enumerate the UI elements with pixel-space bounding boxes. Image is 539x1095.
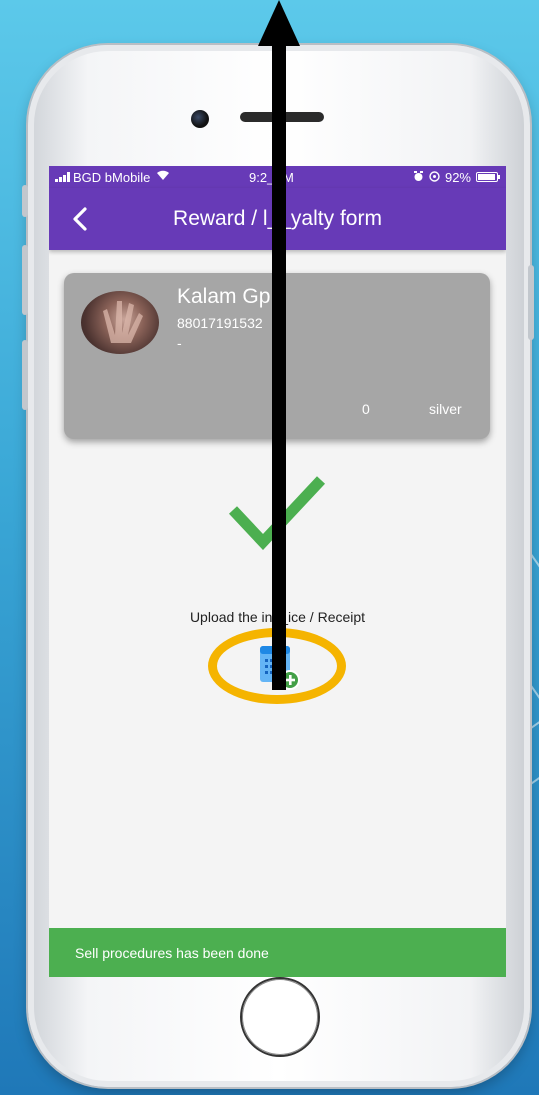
membership-tier: silver bbox=[429, 401, 462, 417]
volume-down-button bbox=[22, 340, 28, 410]
signal-icon bbox=[55, 172, 70, 182]
snackbar-message: Sell procedures has been done bbox=[75, 944, 269, 961]
carrier-name: BGD bMobile bbox=[73, 169, 151, 185]
snackbar: Sell procedures has been done bbox=[49, 928, 506, 977]
mute-switch bbox=[22, 185, 28, 217]
arrow-up-icon bbox=[258, 0, 300, 690]
wifi-icon bbox=[156, 170, 170, 184]
customer-email: - bbox=[177, 335, 182, 351]
volume-up-button bbox=[22, 245, 28, 315]
home-button[interactable] bbox=[240, 977, 320, 1057]
reward-points: 0 bbox=[362, 401, 370, 417]
battery-icon bbox=[476, 172, 500, 182]
avatar bbox=[81, 291, 159, 354]
front-camera bbox=[191, 110, 209, 128]
alarm-icon bbox=[413, 170, 424, 185]
customer-phone: 88017191532 bbox=[177, 315, 263, 331]
orientation-lock-icon bbox=[429, 170, 440, 185]
power-button bbox=[528, 265, 534, 340]
battery-percent: 92% bbox=[444, 169, 471, 185]
